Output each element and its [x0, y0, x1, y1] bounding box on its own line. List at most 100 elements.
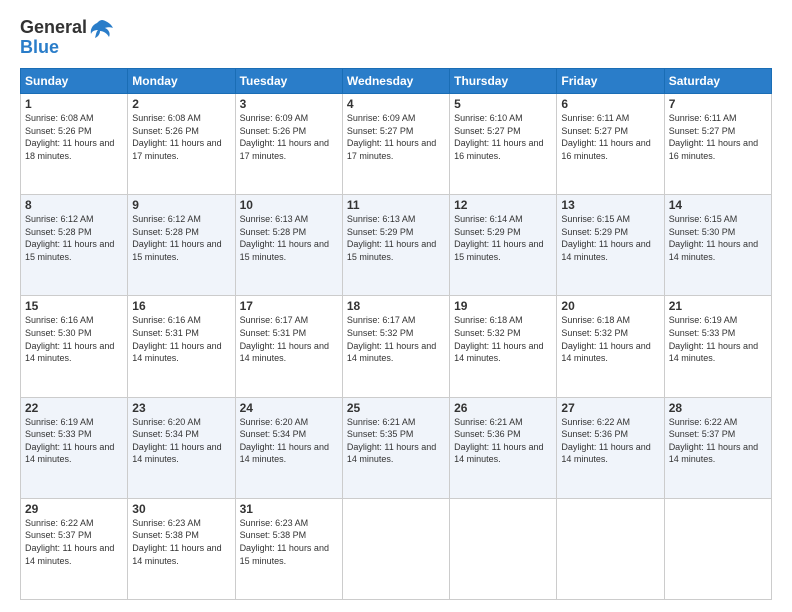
day-info: Sunrise: 6:11 AM Sunset: 5:27 PM Dayligh…	[561, 112, 659, 162]
calendar-cell: 26 Sunrise: 6:21 AM Sunset: 5:36 PM Dayl…	[450, 397, 557, 498]
calendar-cell: 2 Sunrise: 6:08 AM Sunset: 5:26 PM Dayli…	[128, 94, 235, 195]
day-info: Sunrise: 6:18 AM Sunset: 5:32 PM Dayligh…	[454, 314, 552, 364]
day-info: Sunrise: 6:08 AM Sunset: 5:26 PM Dayligh…	[132, 112, 230, 162]
day-info: Sunrise: 6:13 AM Sunset: 5:29 PM Dayligh…	[347, 213, 445, 263]
week-row-1: 1 Sunrise: 6:08 AM Sunset: 5:26 PM Dayli…	[21, 94, 772, 195]
day-info: Sunrise: 6:12 AM Sunset: 5:28 PM Dayligh…	[132, 213, 230, 263]
day-number: 24	[240, 401, 338, 415]
day-number: 8	[25, 198, 123, 212]
day-number: 20	[561, 299, 659, 313]
calendar-cell: 16 Sunrise: 6:16 AM Sunset: 5:31 PM Dayl…	[128, 296, 235, 397]
calendar-cell: 11 Sunrise: 6:13 AM Sunset: 5:29 PM Dayl…	[342, 195, 449, 296]
day-info: Sunrise: 6:22 AM Sunset: 5:37 PM Dayligh…	[669, 416, 767, 466]
day-info: Sunrise: 6:19 AM Sunset: 5:33 PM Dayligh…	[669, 314, 767, 364]
day-number: 6	[561, 97, 659, 111]
week-row-2: 8 Sunrise: 6:12 AM Sunset: 5:28 PM Dayli…	[21, 195, 772, 296]
calendar-cell: 5 Sunrise: 6:10 AM Sunset: 5:27 PM Dayli…	[450, 94, 557, 195]
day-info: Sunrise: 6:23 AM Sunset: 5:38 PM Dayligh…	[240, 517, 338, 567]
day-info: Sunrise: 6:20 AM Sunset: 5:34 PM Dayligh…	[240, 416, 338, 466]
calendar-cell: 23 Sunrise: 6:20 AM Sunset: 5:34 PM Dayl…	[128, 397, 235, 498]
day-number: 5	[454, 97, 552, 111]
calendar-cell: 18 Sunrise: 6:17 AM Sunset: 5:32 PM Dayl…	[342, 296, 449, 397]
day-number: 10	[240, 198, 338, 212]
day-info: Sunrise: 6:09 AM Sunset: 5:26 PM Dayligh…	[240, 112, 338, 162]
calendar-cell: 19 Sunrise: 6:18 AM Sunset: 5:32 PM Dayl…	[450, 296, 557, 397]
day-number: 28	[669, 401, 767, 415]
calendar-cell: 17 Sunrise: 6:17 AM Sunset: 5:31 PM Dayl…	[235, 296, 342, 397]
calendar-cell	[342, 498, 449, 599]
day-number: 18	[347, 299, 445, 313]
day-number: 21	[669, 299, 767, 313]
day-info: Sunrise: 6:15 AM Sunset: 5:30 PM Dayligh…	[669, 213, 767, 263]
calendar-table: SundayMondayTuesdayWednesdayThursdayFrid…	[20, 68, 772, 600]
day-number: 4	[347, 97, 445, 111]
day-number: 14	[669, 198, 767, 212]
day-number: 1	[25, 97, 123, 111]
calendar-cell: 4 Sunrise: 6:09 AM Sunset: 5:27 PM Dayli…	[342, 94, 449, 195]
day-info: Sunrise: 6:16 AM Sunset: 5:30 PM Dayligh…	[25, 314, 123, 364]
day-number: 12	[454, 198, 552, 212]
day-number: 2	[132, 97, 230, 111]
calendar-cell: 31 Sunrise: 6:23 AM Sunset: 5:38 PM Dayl…	[235, 498, 342, 599]
weekday-header-sunday: Sunday	[21, 69, 128, 94]
calendar-cell: 27 Sunrise: 6:22 AM Sunset: 5:36 PM Dayl…	[557, 397, 664, 498]
calendar-cell: 22 Sunrise: 6:19 AM Sunset: 5:33 PM Dayl…	[21, 397, 128, 498]
calendar-cell: 14 Sunrise: 6:15 AM Sunset: 5:30 PM Dayl…	[664, 195, 771, 296]
weekday-header-wednesday: Wednesday	[342, 69, 449, 94]
day-number: 26	[454, 401, 552, 415]
calendar-cell: 7 Sunrise: 6:11 AM Sunset: 5:27 PM Dayli…	[664, 94, 771, 195]
calendar-cell: 1 Sunrise: 6:08 AM Sunset: 5:26 PM Dayli…	[21, 94, 128, 195]
calendar-cell: 25 Sunrise: 6:21 AM Sunset: 5:35 PM Dayl…	[342, 397, 449, 498]
day-info: Sunrise: 6:15 AM Sunset: 5:29 PM Dayligh…	[561, 213, 659, 263]
calendar-cell: 3 Sunrise: 6:09 AM Sunset: 5:26 PM Dayli…	[235, 94, 342, 195]
day-info: Sunrise: 6:20 AM Sunset: 5:34 PM Dayligh…	[132, 416, 230, 466]
page: General Blue SundayMondayTuesdayWednesda…	[0, 0, 792, 612]
week-row-4: 22 Sunrise: 6:19 AM Sunset: 5:33 PM Dayl…	[21, 397, 772, 498]
day-info: Sunrise: 6:18 AM Sunset: 5:32 PM Dayligh…	[561, 314, 659, 364]
day-number: 19	[454, 299, 552, 313]
calendar-cell: 8 Sunrise: 6:12 AM Sunset: 5:28 PM Dayli…	[21, 195, 128, 296]
day-number: 9	[132, 198, 230, 212]
day-info: Sunrise: 6:16 AM Sunset: 5:31 PM Dayligh…	[132, 314, 230, 364]
calendar-cell: 30 Sunrise: 6:23 AM Sunset: 5:38 PM Dayl…	[128, 498, 235, 599]
day-number: 22	[25, 401, 123, 415]
calendar-cell: 24 Sunrise: 6:20 AM Sunset: 5:34 PM Dayl…	[235, 397, 342, 498]
day-number: 30	[132, 502, 230, 516]
day-info: Sunrise: 6:08 AM Sunset: 5:26 PM Dayligh…	[25, 112, 123, 162]
day-info: Sunrise: 6:12 AM Sunset: 5:28 PM Dayligh…	[25, 213, 123, 263]
day-number: 27	[561, 401, 659, 415]
calendar-body: 1 Sunrise: 6:08 AM Sunset: 5:26 PM Dayli…	[21, 94, 772, 600]
day-info: Sunrise: 6:14 AM Sunset: 5:29 PM Dayligh…	[454, 213, 552, 263]
day-info: Sunrise: 6:11 AM Sunset: 5:27 PM Dayligh…	[669, 112, 767, 162]
day-info: Sunrise: 6:10 AM Sunset: 5:27 PM Dayligh…	[454, 112, 552, 162]
day-info: Sunrise: 6:19 AM Sunset: 5:33 PM Dayligh…	[25, 416, 123, 466]
calendar-cell: 29 Sunrise: 6:22 AM Sunset: 5:37 PM Dayl…	[21, 498, 128, 599]
week-row-5: 29 Sunrise: 6:22 AM Sunset: 5:37 PM Dayl…	[21, 498, 772, 599]
day-number: 13	[561, 198, 659, 212]
logo: General Blue	[20, 18, 115, 58]
weekday-header-monday: Monday	[128, 69, 235, 94]
calendar-cell: 13 Sunrise: 6:15 AM Sunset: 5:29 PM Dayl…	[557, 195, 664, 296]
calendar-cell	[450, 498, 557, 599]
calendar-cell	[664, 498, 771, 599]
calendar-cell: 15 Sunrise: 6:16 AM Sunset: 5:30 PM Dayl…	[21, 296, 128, 397]
week-row-3: 15 Sunrise: 6:16 AM Sunset: 5:30 PM Dayl…	[21, 296, 772, 397]
day-number: 25	[347, 401, 445, 415]
day-number: 11	[347, 198, 445, 212]
weekday-header-row: SundayMondayTuesdayWednesdayThursdayFrid…	[21, 69, 772, 94]
header: General Blue	[20, 18, 772, 58]
day-info: Sunrise: 6:09 AM Sunset: 5:27 PM Dayligh…	[347, 112, 445, 162]
day-number: 16	[132, 299, 230, 313]
day-info: Sunrise: 6:22 AM Sunset: 5:37 PM Dayligh…	[25, 517, 123, 567]
day-info: Sunrise: 6:13 AM Sunset: 5:28 PM Dayligh…	[240, 213, 338, 263]
weekday-header-friday: Friday	[557, 69, 664, 94]
day-info: Sunrise: 6:17 AM Sunset: 5:31 PM Dayligh…	[240, 314, 338, 364]
day-number: 3	[240, 97, 338, 111]
weekday-header-tuesday: Tuesday	[235, 69, 342, 94]
weekday-header-saturday: Saturday	[664, 69, 771, 94]
calendar-cell: 9 Sunrise: 6:12 AM Sunset: 5:28 PM Dayli…	[128, 195, 235, 296]
day-info: Sunrise: 6:22 AM Sunset: 5:36 PM Dayligh…	[561, 416, 659, 466]
day-number: 7	[669, 97, 767, 111]
day-number: 23	[132, 401, 230, 415]
calendar-cell: 6 Sunrise: 6:11 AM Sunset: 5:27 PM Dayli…	[557, 94, 664, 195]
